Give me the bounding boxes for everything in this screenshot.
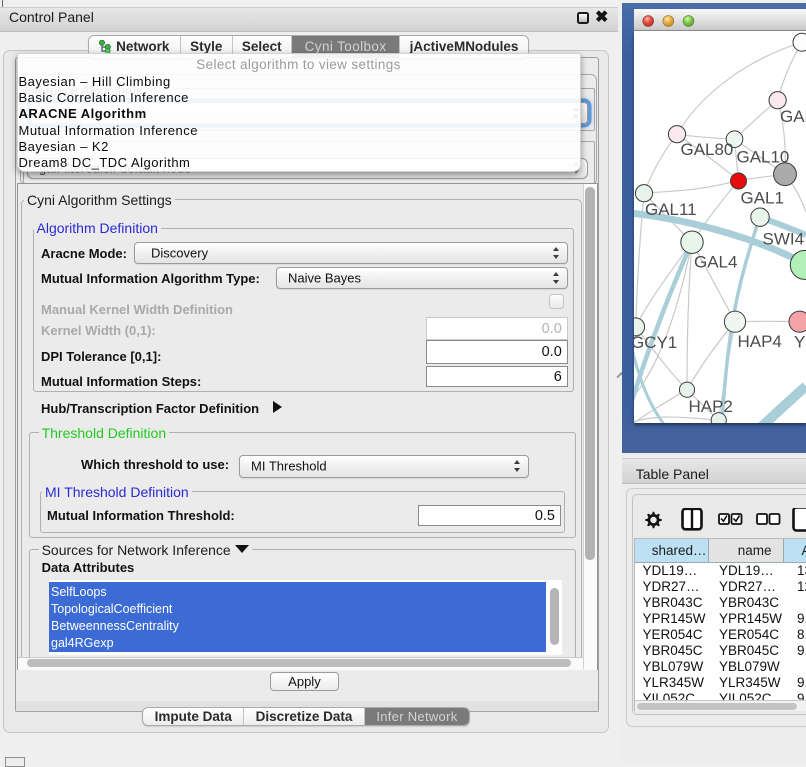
- svg-text:HAP4: HAP4: [737, 332, 781, 351]
- svg-text:GAL4: GAL4: [694, 252, 737, 271]
- svg-text:GAL80: GAL80: [681, 140, 734, 159]
- svg-text:GAL7: GAL7: [780, 107, 806, 126]
- svg-text:SWI4: SWI4: [762, 229, 804, 248]
- svg-text:YJ: YJ: [794, 332, 806, 351]
- svg-text:GAL1: GAL1: [740, 188, 783, 207]
- svg-text:GAL11: GAL11: [645, 200, 697, 219]
- svg-text:GAL10: GAL10: [736, 147, 789, 166]
- svg-text:HAP2: HAP2: [689, 397, 733, 416]
- svg-text:GCY1: GCY1: [634, 333, 677, 352]
